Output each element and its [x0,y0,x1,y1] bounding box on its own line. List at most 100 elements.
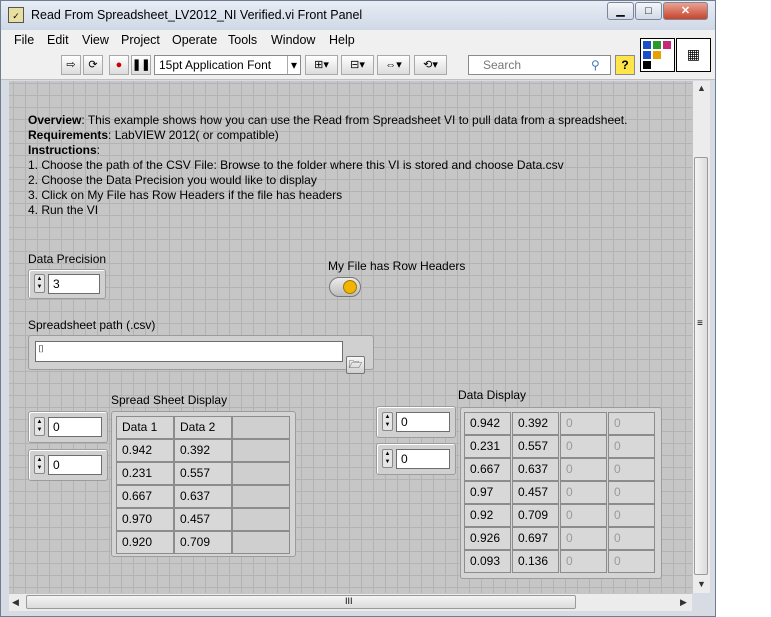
instructions-line: Instructions: [28,143,100,157]
horizontal-scroll-thumb[interactable]: III [26,595,576,609]
data-display-cell: 0 [608,412,655,435]
menu-file[interactable]: File [14,33,34,47]
font-dropdown-value: 15pt Application Font [159,58,272,72]
spreadsheet-vi-icon[interactable]: ▦ [676,38,711,72]
row-index-input[interactable]: 0 [48,417,102,437]
data-display-cell: 0.637 [512,458,559,481]
data-display-cell: 0 [560,527,607,550]
minimize-button[interactable]: ▁ [607,2,634,20]
resize-objects-icon[interactable]: ⇔▾ [377,55,410,75]
abort-icon[interactable]: ● [109,55,129,75]
data-col-index-input[interactable]: 0 [396,449,450,469]
data-display-cell: 0 [608,481,655,504]
spreadsheet-cell: 0.231 [116,462,174,485]
menu-window[interactable]: Window [271,33,315,47]
data-display-cell: 0 [608,435,655,458]
requirements-line: Requirements: LabVIEW 2012( or compatibl… [28,128,279,142]
instruction-step-2: 2. Choose the Data Precision you would l… [28,173,317,187]
data-col-index-stepper[interactable]: ▲ ▼ [382,449,393,468]
menu-operate[interactable]: Operate [172,33,217,47]
overview-line: Overview: This example shows how you can… [28,113,627,127]
vertical-scrollbar[interactable]: ▲ ≡ ▼ [692,81,710,593]
horizontal-scrollbar[interactable]: ◀ III ▶ [9,593,692,611]
data-display-cell: 0 [608,550,655,573]
data-display-cell: 0.926 [464,527,511,550]
pause-icon[interactable]: ❚❚ [131,55,151,75]
context-help-icon[interactable]: ? [615,55,635,75]
row-headers-label: My File has Row Headers [328,259,466,273]
spreadsheet-cell [232,462,290,485]
connector-pane-icon[interactable] [640,38,675,72]
spreadsheet-path-label: Spreadsheet path (.csv) [28,318,156,332]
spreadsheet-cell [232,531,290,554]
data-display-label: Data Display [458,388,527,402]
spreadsheet-cell: Data 2 [174,416,232,439]
folder-icon: 🗁 [348,359,363,371]
search-icon[interactable]: ⚲ [591,58,600,72]
data-display-cell: 0.557 [512,435,559,458]
data-row-index-input[interactable]: 0 [396,412,450,432]
spreadsheet-cell [232,439,290,462]
font-dropdown[interactable]: 15pt Application Font ▾ [154,55,301,75]
instruction-step-1: 1. Choose the path of the CSV File: Brow… [28,158,564,172]
requirements-text: : LabVIEW 2012( or compatible) [108,128,279,142]
scroll-down-icon[interactable]: ▼ [697,579,706,589]
data-display-cell: 0.92 [464,504,511,527]
data-display-cell: 0 [560,412,607,435]
data-display-cell: 0.136 [512,550,559,573]
spreadsheet-cell [232,485,290,508]
toggle-led-icon [343,280,357,294]
data-display-cell: 0 [560,481,607,504]
close-button[interactable]: ✕ [663,2,708,20]
title-bar[interactable]: ✓ Read From Spreadsheet_LV2012_NI Verifi… [1,1,715,30]
spreadsheet-path-input[interactable]: ⌷ [35,341,343,362]
data-precision-stepper[interactable]: ▲ ▼ [34,274,45,293]
instructions-heading: Instructions [28,143,97,157]
data-display-cell: 0 [560,435,607,458]
data-display-cell: 0 [608,458,655,481]
overview-text: : This example shows how you can use the… [81,113,628,127]
maximize-button[interactable]: □ [635,2,662,20]
distribute-objects-icon[interactable]: ⊟▾ [341,55,374,75]
requirements-heading: Requirements [28,128,109,142]
menu-tools[interactable]: Tools [228,33,257,47]
labview-vi-icon: ✓ [8,7,24,23]
row-index-stepper[interactable]: ▲ ▼ [34,417,45,436]
row-headers-toggle[interactable] [329,277,361,297]
vertical-grip: ≡ [697,318,703,329]
scroll-left-icon[interactable]: ◀ [12,597,19,608]
menu-edit[interactable]: Edit [47,33,69,47]
browse-folder-button[interactable]: 🗁 [346,356,365,374]
data-row-index-stepper[interactable]: ▲ ▼ [382,412,393,431]
instruction-step-3: 3. Click on My File has Row Headers if t… [28,188,343,202]
spreadsheet-display-label: Spread Sheet Display [111,393,228,407]
data-display-cell: 0.709 [512,504,559,527]
path-icon: ⌷ [38,344,44,355]
data-display-cell: 0.667 [464,458,511,481]
menu-help[interactable]: Help [329,33,355,47]
data-display-col-index: ▲ ▼ 0 [376,443,456,475]
spreadsheet-cell [232,416,290,439]
col-index-input[interactable]: 0 [48,455,102,475]
spreadsheet-row-index: ▲ ▼ 0 [28,411,108,443]
scroll-right-icon[interactable]: ▶ [680,597,687,608]
spreadsheet-cell: 0.667 [116,485,174,508]
data-display-cell: 0.457 [512,481,559,504]
spreadsheet-cell: 0.637 [174,485,232,508]
align-objects-icon[interactable]: ⊞▾ [305,55,338,75]
spreadsheet-cell: 0.392 [174,439,232,462]
col-index-stepper[interactable]: ▲ ▼ [34,455,45,474]
reorder-icon[interactable]: ⟲▾ [414,55,447,75]
menu-view[interactable]: View [82,33,109,47]
instructions-colon: : [96,143,101,157]
vertical-scroll-thumb[interactable]: ≡ [694,157,708,575]
menu-project[interactable]: Project [121,33,160,47]
menu-bar: File Edit View Project Operate Tools Win… [1,30,715,53]
run-continuously-icon[interactable]: ⟳ [83,55,103,75]
data-display-cell: 0.942 [464,412,511,435]
spreadsheet-col-index: ▲ ▼ 0 [28,449,108,481]
data-precision-input[interactable]: 3 [48,274,100,294]
scroll-up-icon[interactable]: ▲ [697,83,706,93]
run-arrow-icon[interactable]: ⇨ [61,55,81,75]
search-input[interactable]: Search [468,55,611,75]
